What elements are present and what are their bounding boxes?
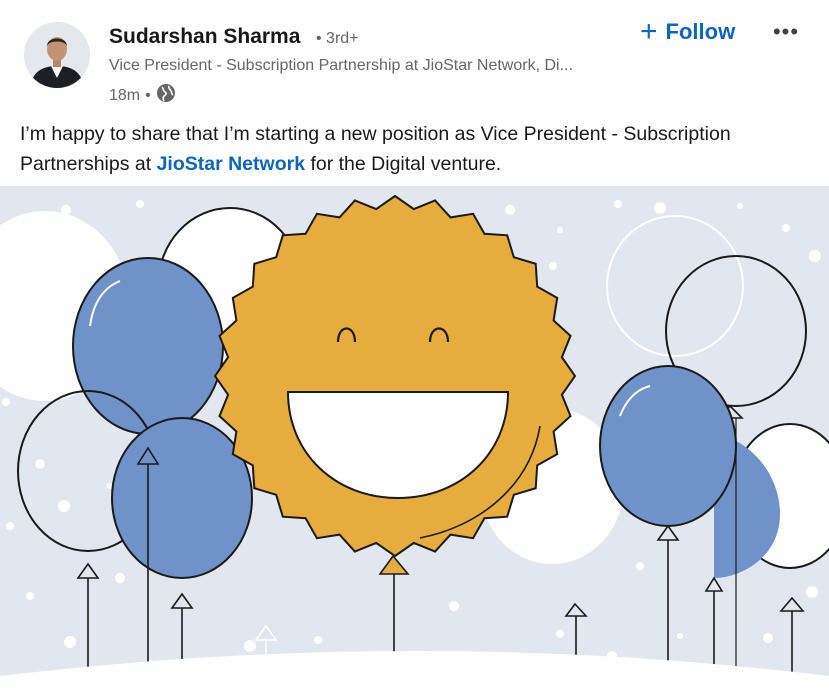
more-options-button[interactable]: •••	[770, 18, 802, 46]
company-mention-link[interactable]: JioStar Network	[157, 153, 305, 175]
post-time: 18m	[109, 86, 141, 104]
post-header: Sudarshan Sharma • 3rd+ Vice President -…	[0, 0, 829, 112]
plus-icon: +	[640, 15, 658, 48]
author-avatar[interactable]	[24, 22, 90, 88]
more-horizontal-icon: •••	[772, 19, 800, 44]
post-image[interactable]	[0, 186, 829, 691]
post-text: I’m happy to share that I’m starting a n…	[20, 119, 810, 179]
globe-icon	[156, 83, 176, 108]
author-name[interactable]: Sudarshan Sharma	[109, 25, 300, 49]
follow-button[interactable]: + Follow	[640, 16, 735, 48]
post-meta: 18m •	[109, 83, 176, 108]
follow-label: Follow	[665, 19, 736, 44]
author-headline: Vice President - Subscription Partnershi…	[109, 57, 573, 74]
post-text-part2: for the Digital venture.	[305, 153, 502, 175]
connection-degree: • 3rd+	[316, 30, 359, 47]
meta-separator: •	[145, 86, 151, 104]
